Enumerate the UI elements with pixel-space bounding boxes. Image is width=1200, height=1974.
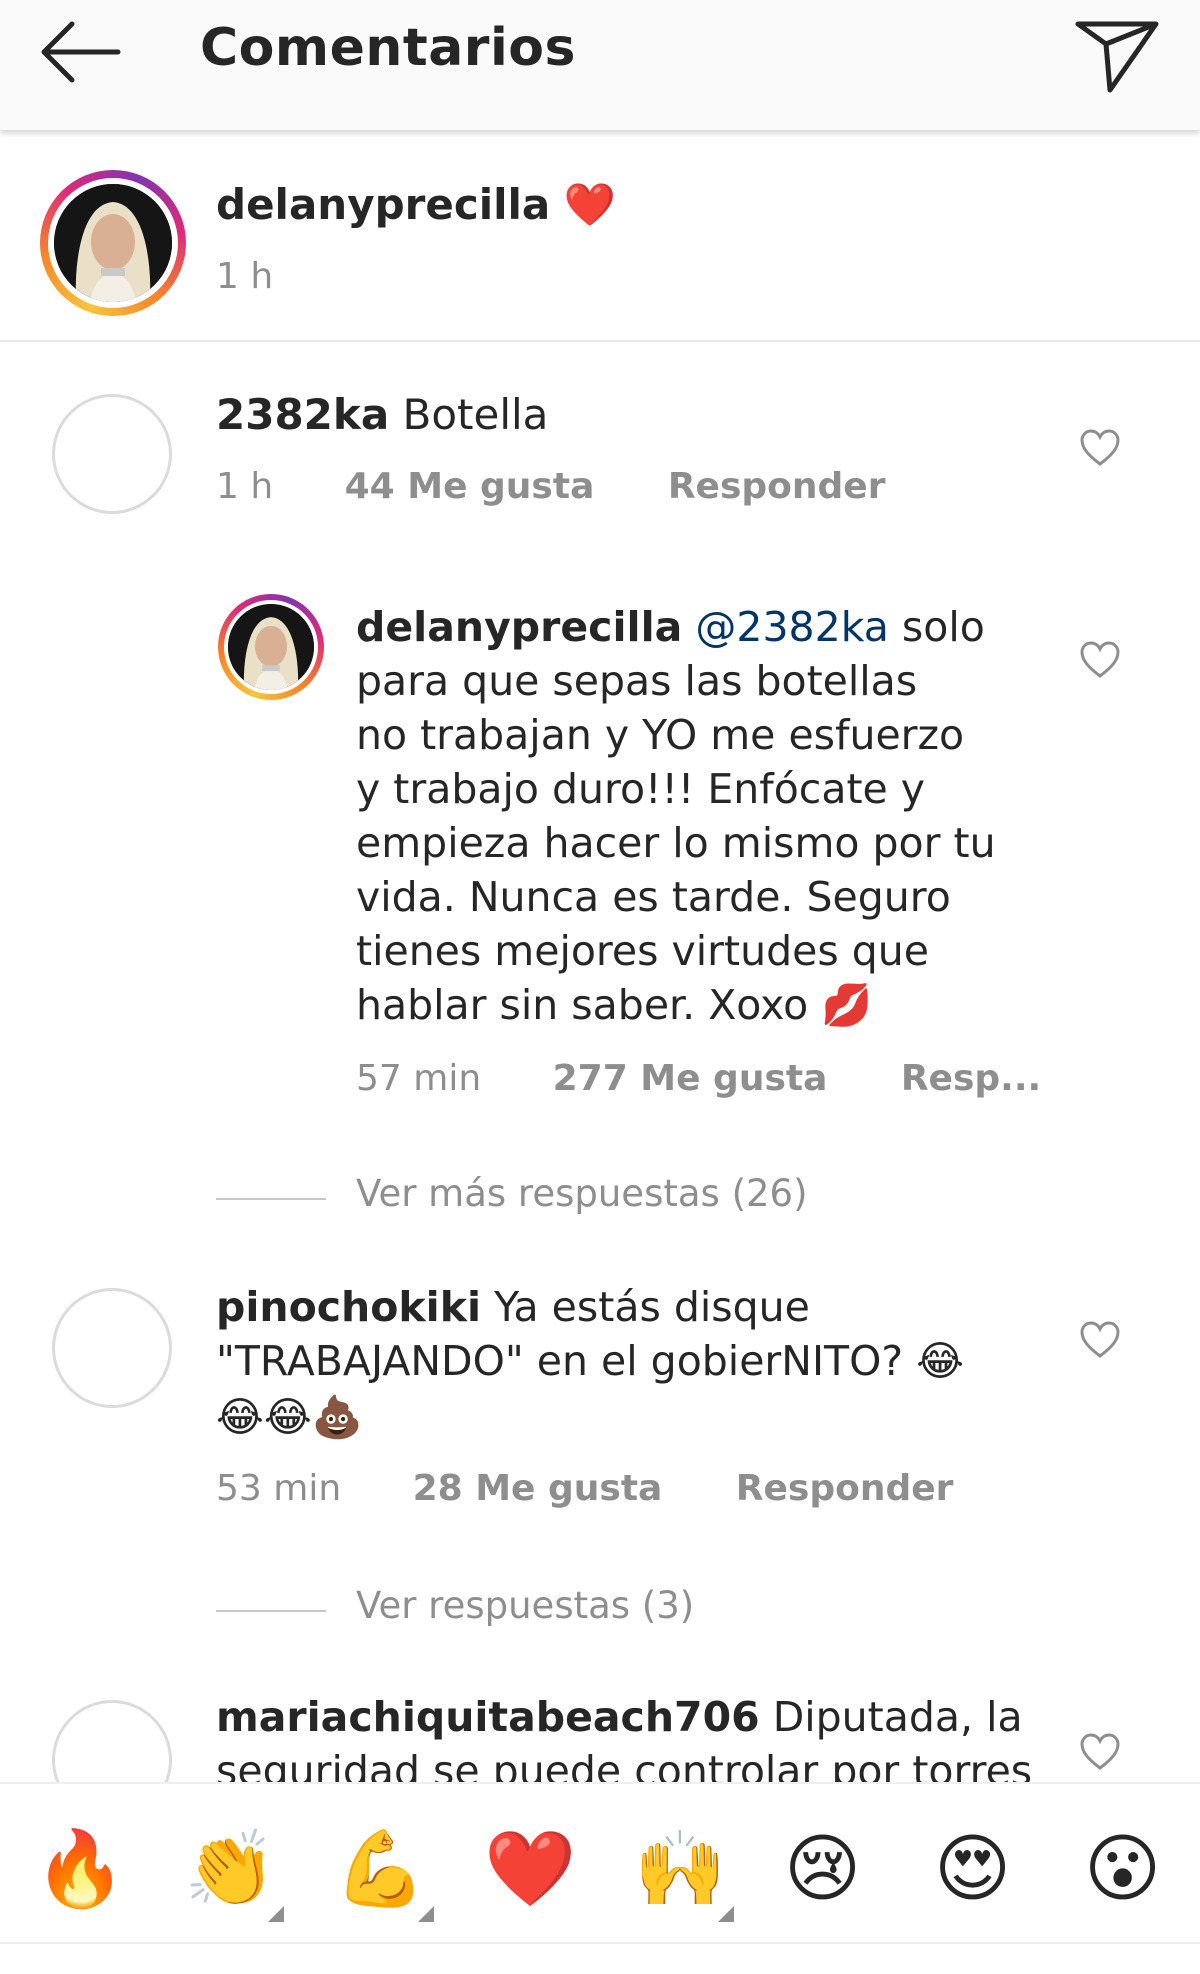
avatar[interactable] xyxy=(52,1700,172,1782)
comment-text: Diputada, la xyxy=(772,1693,1023,1741)
heart-icon[interactable] xyxy=(1078,1732,1122,1772)
comment-input-area[interactable] xyxy=(0,1942,1200,1974)
clap-emoji-button[interactable]: 👏 xyxy=(184,1824,276,1914)
skin-tone-indicator xyxy=(718,1906,734,1922)
surprised-face-emoji-button[interactable]: 😮 xyxy=(1084,1824,1161,1914)
flexed-biceps-emoji-button[interactable]: 💪 xyxy=(334,1824,426,1914)
skin-tone-indicator xyxy=(418,1906,434,1922)
comment-body: mariachiquitabeach706 Diputada, la xyxy=(216,1690,1023,1744)
fire-emoji-button[interactable]: 🔥 xyxy=(34,1824,126,1914)
comment-item: mariachiquitabeach706 Diputada, la segur… xyxy=(0,0,1200,1782)
skin-tone-indicator xyxy=(268,1906,284,1922)
heart-eyes-emoji-button[interactable]: 😍 xyxy=(934,1824,1011,1914)
comment-username[interactable]: mariachiquitabeach706 xyxy=(216,1693,760,1741)
crying-face-emoji-button[interactable]: 😢 xyxy=(784,1824,861,1914)
raised-hands-emoji-button[interactable]: 🙌 xyxy=(634,1824,726,1914)
heart-emoji-button[interactable]: ❤️ xyxy=(484,1824,576,1914)
emoji-reaction-bar: 🔥 👏 💪 ❤️ 🙌 😢 😍 😮 xyxy=(0,1782,1200,1944)
comment-text: seguridad se puede controlar por torres xyxy=(216,1747,1033,1782)
